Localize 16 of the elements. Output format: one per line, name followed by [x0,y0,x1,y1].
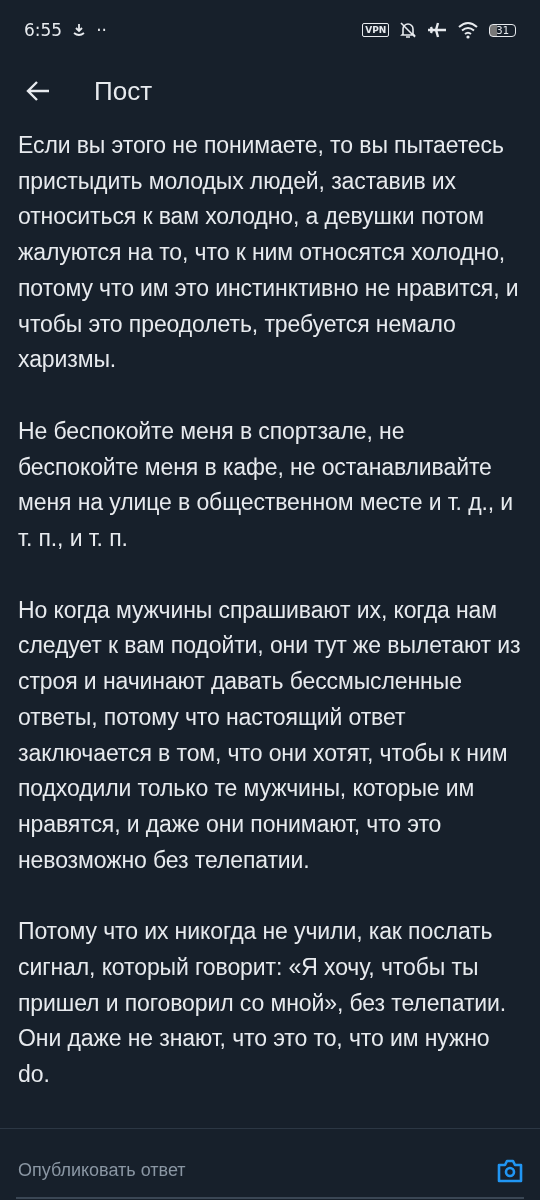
back-arrow-icon[interactable] [26,81,50,101]
post-paragraph: Потому что их никогда не учили, как послать сигнал, который говорит: «Я хочу, чтобы ты пришел и поговорил со мной», без телепатии. Они даже не знают, что это то, что им нужно do. [18,917,508,1090]
camera-icon[interactable] [496,1157,524,1184]
battery-indicator: 31 [489,23,516,37]
clock: 6:55 [24,20,63,40]
reply-field[interactable]: Опубликовать ответ [16,1159,496,1182]
notification-dots: ·· [96,20,107,40]
airplane-icon [427,21,448,39]
post-paragraph: Не беспокойте меня в спортзале, не беспокойте меня в кафе, не останавливайте меня на улице в общественном месте и т. д., и т. п., и т. п. [18,416,515,554]
download-icon [72,23,87,37]
wifi-icon [457,21,480,39]
muted-bell-icon [399,21,418,39]
post-paragraph: Но когда мужчины спрашивают их, когда нам следует к вам подойти, они тут же вылетают из строя и начинают давать бессмысленные ответы, потому что настоящий ответ заключается в том, что они хотят, чтобы к ним подходили только те мужчины, которые им нравятся, и даже они понимают, что это невозможно без телепатии. [18,595,522,875]
post-paragraph: Если вы этого не понимаете, то вы пытаетесь пристыдить молодых людей, заставив их относиться к вам холодно, а девушки потом жалуются на то, что к ним относятся холодно, потому что им это инстинктивно не нравится, и чтобы это преодолеть, требуется немало харизмы. [18,131,520,375]
vpn-indicator: VPN [362,23,390,37]
page-title: Пост [94,75,153,107]
